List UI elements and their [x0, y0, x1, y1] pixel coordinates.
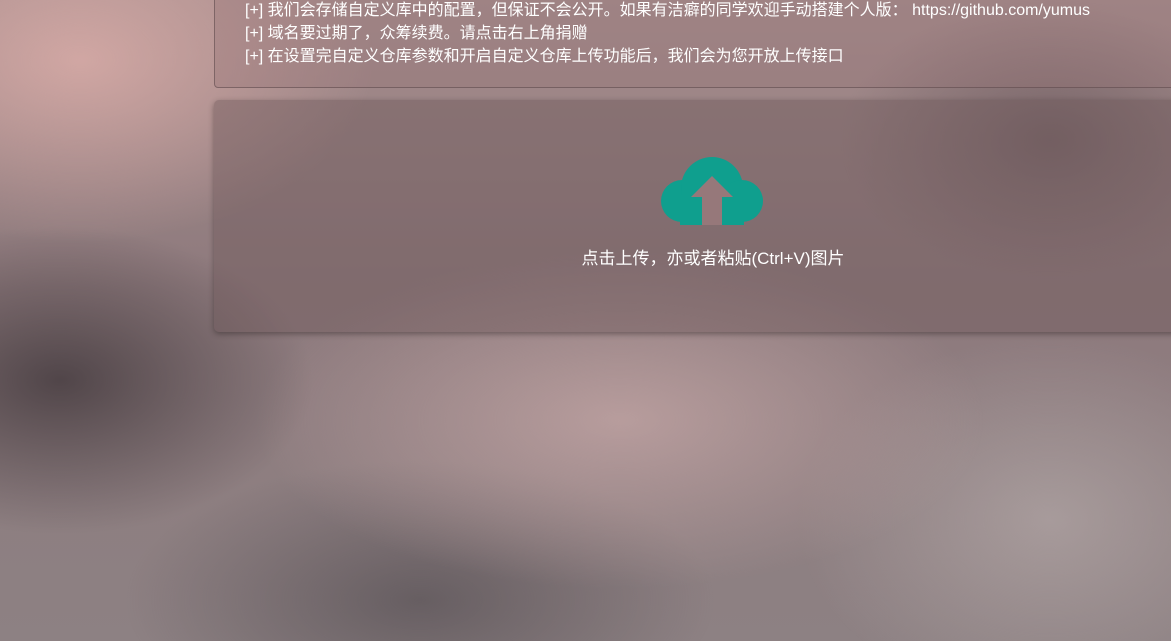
- notice-panel: [+] 我们会存储自定义库中的配置，但保证不会公开。如果有洁癖的同学欢迎手动搭建…: [214, 0, 1171, 88]
- notice-list: [+] 我们会存储自定义库中的配置，但保证不会公开。如果有洁癖的同学欢迎手动搭建…: [245, 0, 1090, 68]
- notice-item-storage: [+] 我们会存储自定义库中的配置，但保证不会公开。如果有洁癖的同学欢迎手动搭建…: [245, 2, 1090, 19]
- notice-item-donate: [+] 域名要过期了，众筹续费。请点击右上角捐赠: [245, 25, 588, 42]
- notice-item-upload-api: [+] 在设置完自定义仓库参数和开启自定义仓库上传功能后，我们会为您开放上传接口: [245, 48, 844, 65]
- cloud-upload-icon[interactable]: [660, 156, 764, 228]
- upload-hint-text: 点击上传，亦或者粘贴(Ctrl+V)图片: [581, 249, 845, 268]
